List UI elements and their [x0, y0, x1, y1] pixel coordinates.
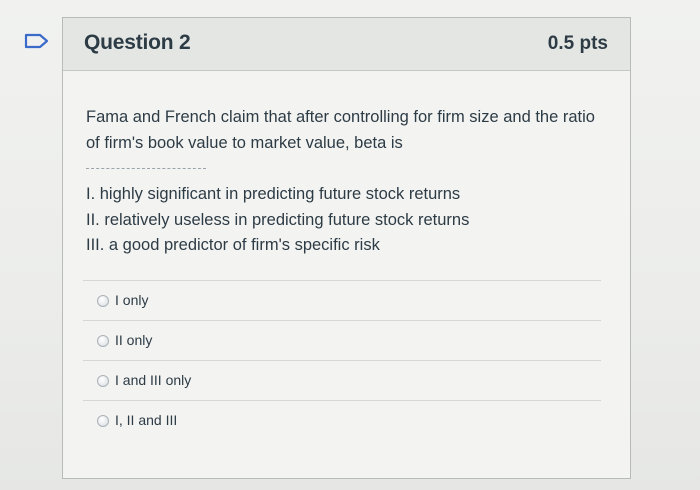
- statement-list: I. highly significant in predicting futu…: [86, 182, 469, 259]
- flag-icon[interactable]: [24, 33, 50, 49]
- statement-item: III. a good predictor of firm's specific…: [86, 236, 380, 254]
- quiz-page: Question 2 0.5 pts Fama and French claim…: [0, 0, 700, 490]
- radio-button[interactable]: [97, 375, 109, 387]
- question-text: Fama and French claim that after control…: [86, 108, 595, 152]
- statement-item: II. relatively useless in predicting fut…: [86, 210, 470, 229]
- answer-blank: [86, 168, 206, 169]
- answer-label: II only: [115, 332, 153, 348]
- answer-option[interactable]: II only: [83, 320, 601, 360]
- radio-button[interactable]: [97, 295, 109, 307]
- answer-label: I and III only: [115, 372, 192, 388]
- question-header: Question 2 0.5 pts: [63, 18, 630, 71]
- answer-option[interactable]: I only: [83, 280, 601, 320]
- question-title: Question 2: [84, 31, 191, 54]
- answer-label: I only: [115, 292, 149, 308]
- radio-button[interactable]: [97, 415, 109, 427]
- answer-option[interactable]: I and III only: [83, 360, 601, 400]
- question-points: 0.5 pts: [547, 33, 608, 54]
- answer-list: I only II only I and III only I, II and …: [83, 280, 601, 440]
- radio-button[interactable]: [97, 335, 109, 347]
- answer-label: I, II and III: [115, 412, 178, 428]
- question-card: Question 2 0.5 pts Fama and French claim…: [62, 17, 631, 479]
- statement-item: I. highly significant in predicting futu…: [86, 185, 461, 203]
- answer-option[interactable]: I, II and III: [83, 400, 601, 440]
